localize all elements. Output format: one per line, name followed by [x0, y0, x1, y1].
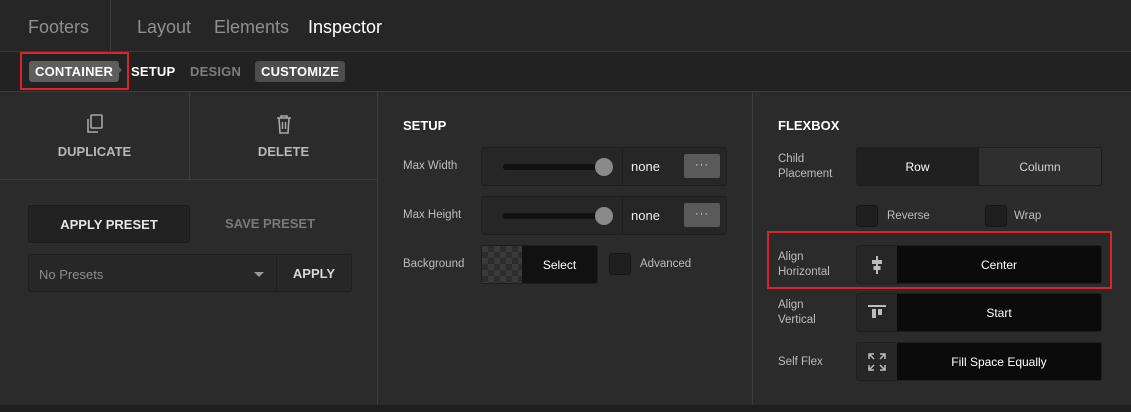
panel-divider [377, 92, 378, 412]
duplicate-icon [86, 114, 104, 137]
row-toggle[interactable]: Row [856, 147, 979, 186]
max-width-slider-handle[interactable] [595, 158, 613, 176]
max-height-control: none ··· [481, 196, 727, 235]
top-tab-bar: Footers Layout Elements Inspector [0, 0, 1131, 52]
align-top-icon [857, 294, 897, 331]
expand-icon [857, 343, 897, 380]
section-divider [0, 179, 377, 180]
tab-elements[interactable]: Elements [214, 17, 289, 38]
background-label: Background [403, 258, 465, 270]
max-height-more-button[interactable]: ··· [684, 203, 720, 227]
align-horizontal-select[interactable]: Center [856, 245, 1102, 284]
duplicate-button[interactable]: DUPLICATE [0, 92, 189, 179]
self-flex-value: Fill Space Equally [951, 355, 1047, 369]
background-select-label: Select [542, 258, 577, 272]
max-height-slider-handle[interactable] [595, 207, 613, 225]
child-placement-label: Child Placement [778, 153, 833, 180]
apply-preset-button[interactable]: APPLY PRESET [28, 205, 190, 243]
column-toggle[interactable]: Column [978, 147, 1102, 186]
self-flex-select[interactable]: Fill Space Equally [856, 342, 1102, 381]
align-vertical-select[interactable]: Start [856, 293, 1102, 332]
apply-button[interactable]: APPLY [276, 254, 352, 292]
setup-section-title: SETUP [403, 118, 447, 133]
transparency-swatch [482, 246, 522, 283]
tab-divider [110, 0, 111, 52]
max-height-label: Max Height [403, 209, 462, 221]
advanced-checkbox[interactable] [609, 253, 631, 275]
tab-footers[interactable]: Footers [28, 17, 89, 38]
breadcrumb-design[interactable]: DESIGN [190, 61, 241, 82]
preset-select[interactable]: No Presets [28, 254, 277, 292]
max-width-value-box[interactable]: none ··· [622, 148, 728, 185]
align-horizontal-label: Align Horizontal [778, 251, 830, 278]
delete-button[interactable]: DELETE [190, 92, 377, 179]
advanced-label: Advanced [640, 258, 692, 270]
delete-label: DELETE [257, 144, 310, 159]
bottom-strip [0, 405, 1131, 412]
max-width-slider[interactable] [503, 164, 603, 170]
reverse-checkbox[interactable] [856, 205, 878, 227]
panel-divider [752, 92, 753, 412]
tab-layout[interactable]: Layout [137, 17, 191, 38]
breadcrumb-arrow-icon [116, 64, 122, 76]
max-height-slider[interactable] [503, 213, 603, 219]
flexbox-section-title: FLEXBOX [778, 118, 840, 133]
wrap-checkbox[interactable] [985, 205, 1007, 227]
breadcrumb-container[interactable]: CONTAINER [29, 61, 120, 82]
wrap-label: Wrap [1014, 210, 1042, 222]
breadcrumb-setup[interactable]: SETUP [131, 61, 175, 82]
trash-icon [275, 114, 293, 137]
max-width-value: none [631, 159, 660, 174]
breadcrumb-customize[interactable]: CUSTOMIZE [255, 61, 346, 82]
align-vertical-label: Align Vertical [778, 299, 816, 326]
tab-inspector[interactable]: Inspector [308, 17, 382, 38]
max-height-value: none [631, 208, 660, 223]
max-height-value-box[interactable]: none ··· [622, 197, 728, 234]
align-center-icon [857, 246, 897, 283]
self-flex-label: Self Flex [778, 356, 823, 368]
caret-down-icon [254, 272, 264, 277]
max-width-label: Max Width [403, 160, 458, 172]
duplicate-label: DUPLICATE [57, 144, 132, 159]
preset-select-value: No Presets [39, 267, 104, 282]
max-width-more-button[interactable]: ··· [684, 154, 720, 178]
align-horizontal-value: Center [980, 258, 1018, 272]
align-vertical-value: Start [986, 306, 1012, 320]
breadcrumb: CONTAINER SETUP DESIGN CUSTOMIZE [0, 52, 1131, 92]
reverse-label: Reverse [887, 210, 930, 222]
max-width-control: none ··· [481, 147, 727, 186]
save-preset-button[interactable]: SAVE PRESET [189, 205, 351, 243]
background-select[interactable]: Select [481, 245, 598, 284]
